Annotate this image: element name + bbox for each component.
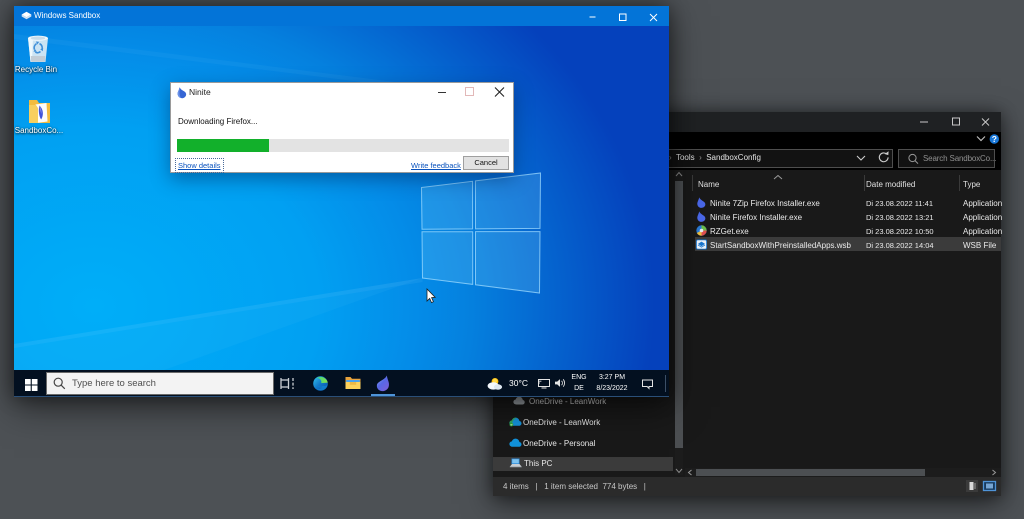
svg-text:?: ? <box>992 134 997 144</box>
